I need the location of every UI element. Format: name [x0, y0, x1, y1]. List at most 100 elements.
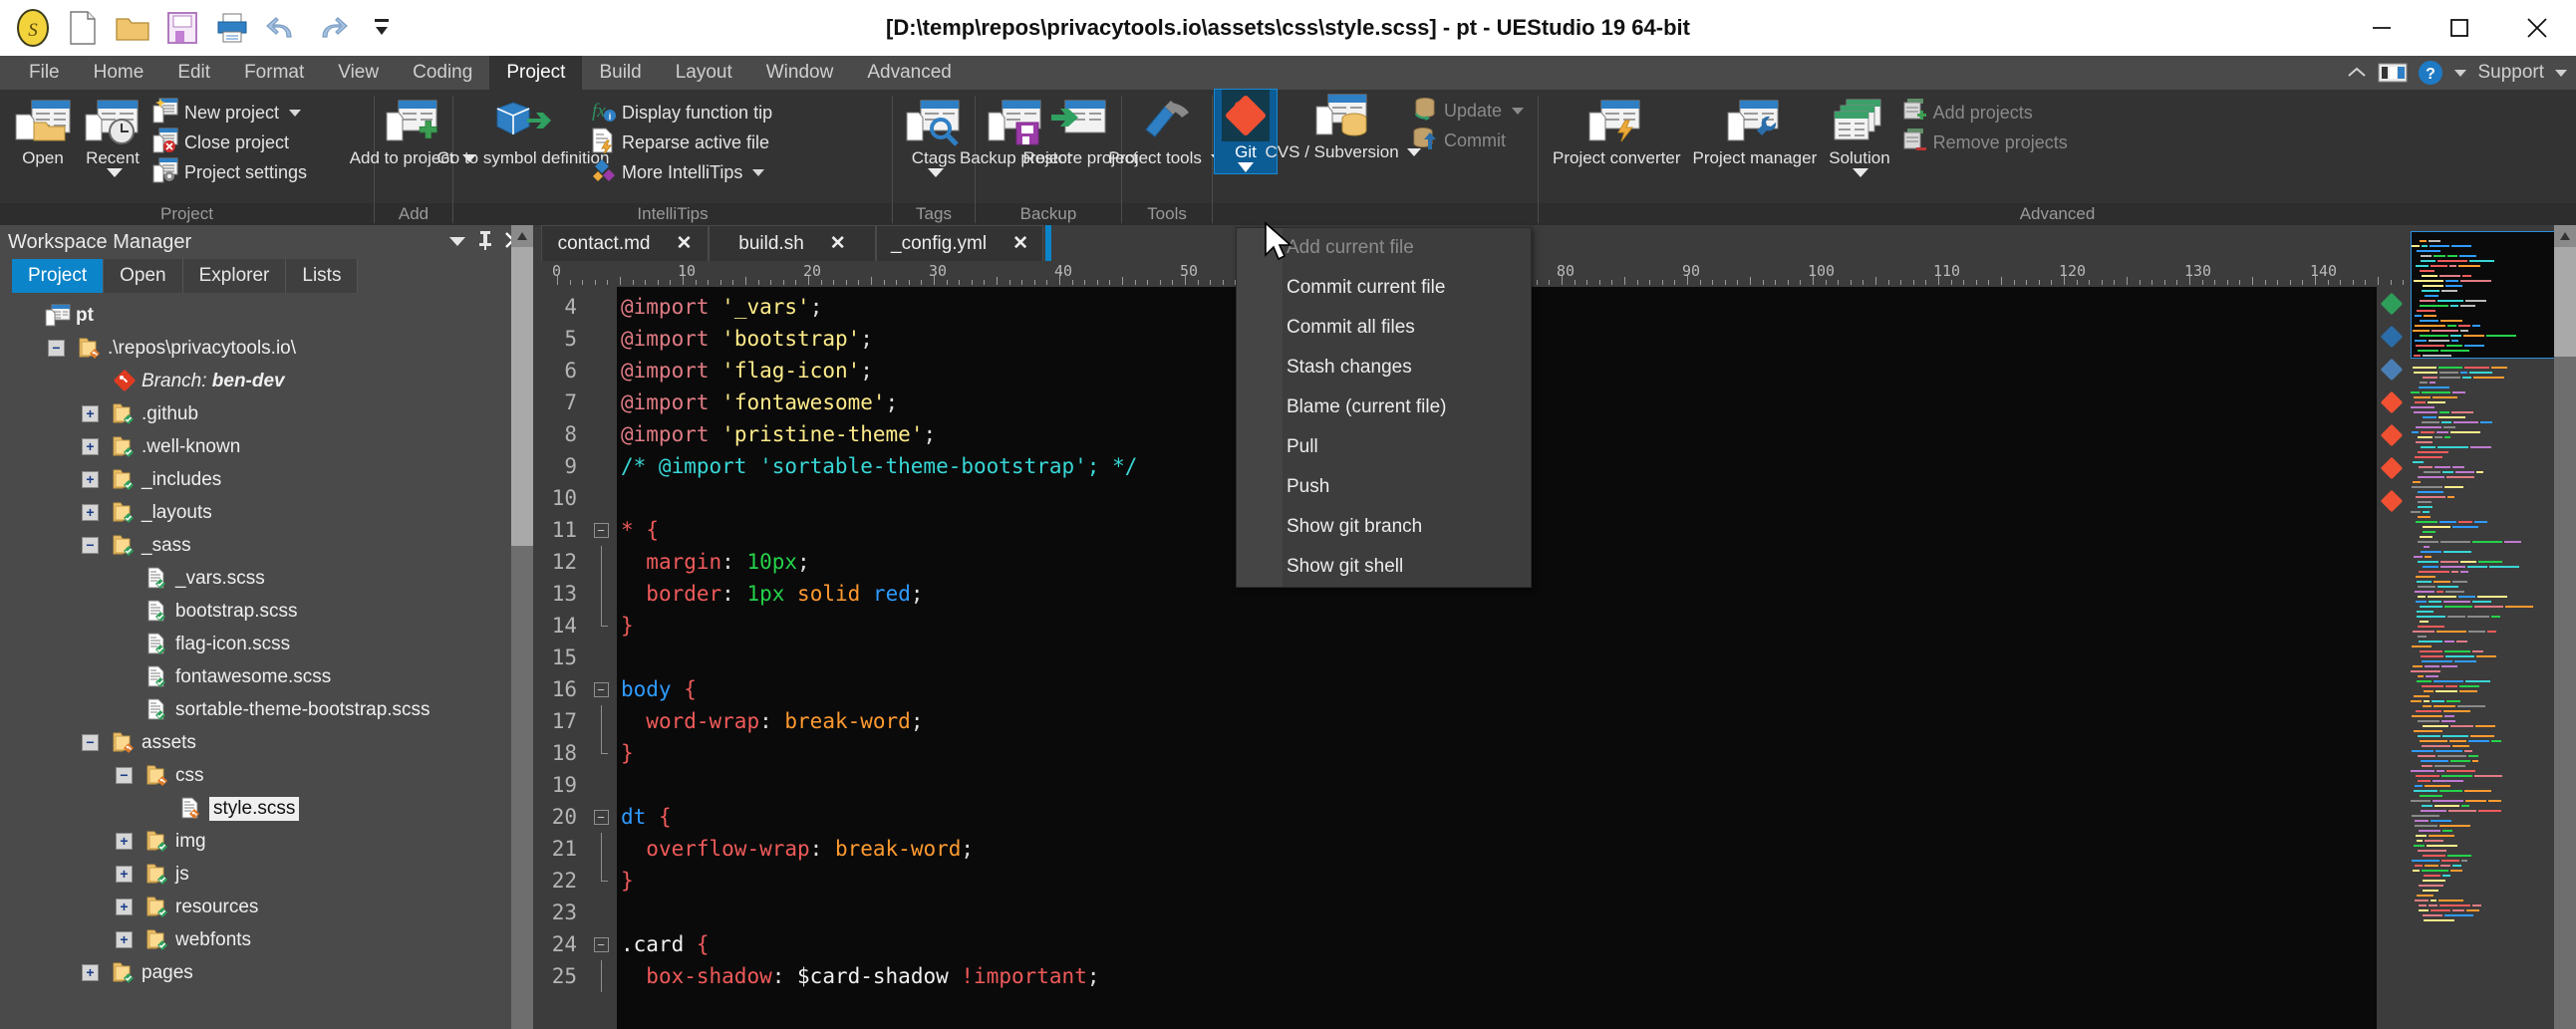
code-line[interactable]: } — [617, 737, 2377, 769]
open-project-button[interactable]: Open — [8, 96, 78, 169]
chevron-down-icon[interactable] — [106, 167, 124, 178]
menu-build[interactable]: Build — [582, 56, 658, 90]
menu-window[interactable]: Window — [749, 56, 851, 90]
code-line[interactable]: box-shadow: $card-shadow !important; — [617, 960, 2377, 992]
menu-view[interactable]: View — [321, 56, 396, 90]
project-manager-button[interactable]: Project manager — [1687, 96, 1824, 168]
scroll-up-icon[interactable] — [2554, 225, 2576, 247]
close-icon[interactable]: ✕ — [1012, 232, 1028, 255]
tree-item-sass[interactable]: − _sass — [0, 529, 533, 562]
solution-button[interactable]: Solution — [1823, 96, 1895, 180]
tree-item-webfonts[interactable]: + webfonts — [0, 923, 533, 956]
cvs-subversion-button[interactable]: CVS / Subversion — [1287, 90, 1401, 162]
chevron-down-icon[interactable] — [927, 167, 945, 178]
more-intellitips-button[interactable]: More IntelliTips — [585, 157, 777, 187]
chevron-down-icon[interactable] — [1852, 167, 1869, 178]
tree-item-branch-ben-dev[interactable]: Branch: ben-dev — [0, 365, 533, 397]
commit-file-icon[interactable] — [2381, 293, 2403, 320]
expand-icon[interactable]: + — [82, 964, 99, 981]
code-line[interactable]: } — [617, 865, 2377, 897]
git-pull-icon[interactable] — [2381, 391, 2403, 418]
help-icon[interactable]: ? — [2418, 60, 2443, 86]
expand-icon[interactable]: + — [116, 931, 133, 948]
collapse-icon[interactable]: − — [82, 734, 99, 751]
expand-icon[interactable]: + — [116, 866, 133, 883]
collapse-icon[interactable]: − — [116, 767, 133, 784]
blame-icon[interactable] — [2381, 359, 2403, 386]
collapse-ribbon-icon[interactable] — [2346, 65, 2368, 81]
new-file-icon[interactable] — [60, 5, 106, 51]
stash-icon[interactable] — [2381, 326, 2403, 353]
save-icon[interactable] — [159, 5, 205, 51]
goto-symbol-button[interactable]: Go to symbol definition — [461, 96, 585, 168]
close-project-button[interactable]: Close project — [147, 128, 312, 157]
project-settings-button[interactable]: Project settings — [147, 157, 312, 187]
collapse-icon[interactable]: − — [82, 537, 99, 554]
commit-button[interactable]: Commit — [1407, 126, 1530, 155]
menu-coding[interactable]: Coding — [396, 56, 489, 90]
tree-scrollbar[interactable] — [511, 225, 533, 1029]
new-project-button[interactable]: New project — [147, 98, 312, 128]
menu-home[interactable]: Home — [77, 56, 161, 90]
tree-item-pt[interactable]: pt — [0, 299, 533, 332]
expand-icon[interactable]: + — [82, 405, 99, 422]
tree-item-well-known[interactable]: + .well-known — [0, 430, 533, 463]
close-icon[interactable]: ✕ — [830, 232, 846, 255]
editor-tab-contact-md[interactable]: contact.md ✕ — [541, 225, 709, 261]
code-line[interactable] — [617, 769, 2377, 801]
tree-item-fontawesome-scss[interactable]: fontawesome.scss — [0, 660, 533, 693]
undo-icon[interactable] — [259, 5, 305, 51]
code-line[interactable]: word-wrap: break-word; — [617, 705, 2377, 737]
menu-format[interactable]: Format — [227, 56, 321, 90]
scroll-thumb[interactable] — [511, 247, 533, 546]
scroll-up-icon[interactable] — [511, 225, 533, 247]
fold-marker[interactable]: − — [585, 801, 617, 833]
collapse-icon[interactable]: − — [594, 682, 609, 697]
update-button[interactable]: Update — [1407, 96, 1530, 126]
menu-layout[interactable]: Layout — [659, 56, 749, 90]
code-line[interactable] — [617, 642, 2377, 673]
collapse-icon[interactable]: − — [594, 523, 609, 538]
scroll-thumb[interactable] — [2554, 247, 2576, 357]
menu-project[interactable]: Project — [489, 56, 582, 90]
tree-item-assets[interactable]: − assets — [0, 726, 533, 759]
code-line[interactable]: } — [617, 610, 2377, 642]
print-icon[interactable] — [209, 5, 255, 51]
add-to-project-button[interactable]: Add to project — [383, 96, 444, 168]
redo-icon[interactable] — [309, 5, 355, 51]
support-dropdown-icon[interactable] — [2554, 68, 2568, 78]
code-line[interactable]: dt { — [617, 801, 2377, 833]
chevron-down-icon[interactable] — [1236, 161, 1256, 173]
tree-item-flag-icon-scss[interactable]: flag-icon.scss — [0, 628, 533, 660]
open-folder-icon[interactable] — [110, 5, 155, 51]
tree-item-vars-scss[interactable]: _vars.scss — [0, 562, 533, 595]
fold-marker[interactable]: − — [585, 673, 617, 705]
ctags-button[interactable]: Ctags — [901, 96, 967, 180]
maximize-button[interactable] — [2421, 0, 2498, 56]
tree-item-css[interactable]: − css — [0, 759, 533, 792]
reparse-active-file-button[interactable]: Reparse active file — [585, 128, 777, 157]
chevron-down-icon[interactable] — [288, 109, 302, 118]
menu-advanced[interactable]: Advanced — [850, 56, 969, 90]
tab-explorer[interactable]: Explorer — [183, 259, 287, 293]
code-line[interactable]: overflow-wrap: break-word; — [617, 833, 2377, 865]
tree-item-sortable-theme-bootstrap-scss[interactable]: sortable-theme-bootstrap.scss — [0, 693, 533, 726]
minimize-button[interactable] — [2343, 0, 2421, 56]
tree-item-js[interactable]: + js — [0, 858, 533, 891]
code-folding-column[interactable]: − − − − — [585, 287, 617, 1029]
git-push-icon[interactable] — [2381, 424, 2403, 451]
collapse-icon[interactable]: − — [594, 937, 609, 952]
project-converter-button[interactable]: Project converter — [1547, 96, 1687, 168]
git-shell-icon[interactable] — [2381, 490, 2403, 517]
recent-project-button[interactable]: Recent — [78, 96, 147, 180]
tab-project[interactable]: Project — [12, 259, 104, 293]
expand-icon[interactable]: + — [116, 833, 133, 850]
collapse-icon[interactable]: − — [48, 340, 65, 357]
tree-item-repos-privacytools-io[interactable]: − .\repos\privacytools.io\ — [0, 332, 533, 365]
app-logo-icon[interactable]: S — [10, 5, 56, 51]
panel-dropdown-icon[interactable] — [443, 232, 471, 252]
tree-item-pages[interactable]: + pages — [0, 956, 533, 989]
tree-item-bootstrap-scss[interactable]: bootstrap.scss — [0, 595, 533, 628]
close-button[interactable] — [2498, 0, 2576, 56]
support-label[interactable]: Support — [2477, 62, 2544, 84]
